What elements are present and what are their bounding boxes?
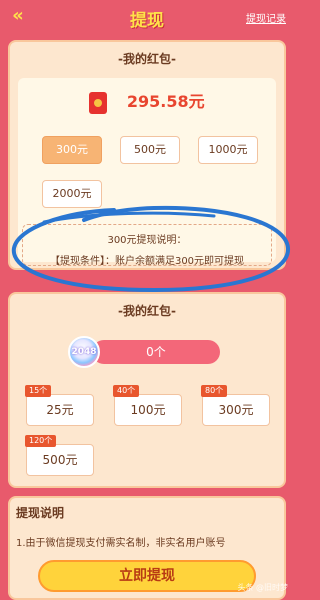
wallet-balance: 295.58元 — [126, 92, 205, 111]
watermark: 头条 @旧时梦 — [237, 583, 288, 592]
explain-text: 1.由于微信提现支付需实名制，非实名用户账号 — [16, 538, 226, 549]
withdraw-now-button[interactable]: 立即提现 — [38, 560, 256, 592]
pack-count-tag: 80个 — [201, 385, 228, 397]
redpack-option-500[interactable]: 120个 500元 — [25, 435, 94, 476]
redpack-option-100[interactable]: 40个 100元 — [113, 385, 182, 426]
game-2048-badge: 2048 — [68, 336, 100, 368]
redpack-option-300[interactable]: 80个 300元 — [201, 385, 270, 426]
pack-count-tag: 15个 — [25, 385, 52, 397]
withdraw-records-link[interactable]: 提现记录 — [246, 10, 286, 25]
pack-label: 500元 — [42, 453, 78, 467]
wallet-section-title: -我的红包- — [118, 52, 176, 66]
explain-title: 提现说明 — [16, 506, 65, 520]
pack-label: 25元 — [46, 403, 74, 417]
header-bar: « 提现 提现记录 — [0, 0, 294, 32]
redpack-panel: -我的红包- 0个 2048 15个 25元 40个 100元 80个 300元… — [8, 292, 286, 488]
amount-option-300[interactable]: 300元 — [42, 136, 102, 164]
pack-count-tag: 120个 — [25, 435, 57, 447]
amount-option-1000[interactable]: 1000元 — [198, 136, 258, 164]
pack-count-tag: 40个 — [113, 385, 140, 397]
wallet-balance-row: 295.58元 — [18, 88, 276, 114]
amount-option-500[interactable]: 500元 — [120, 136, 180, 164]
pack-label: 300元 — [218, 403, 254, 417]
redpack-option-25[interactable]: 15个 25元 — [25, 385, 94, 426]
blue-scribble-annotation — [11, 205, 291, 293]
redpack-count-pill: 0个 — [92, 340, 220, 364]
red-envelope-icon — [89, 91, 108, 114]
pack-label: 100元 — [130, 403, 166, 417]
redpack-section-title: -我的红包- — [118, 304, 176, 318]
